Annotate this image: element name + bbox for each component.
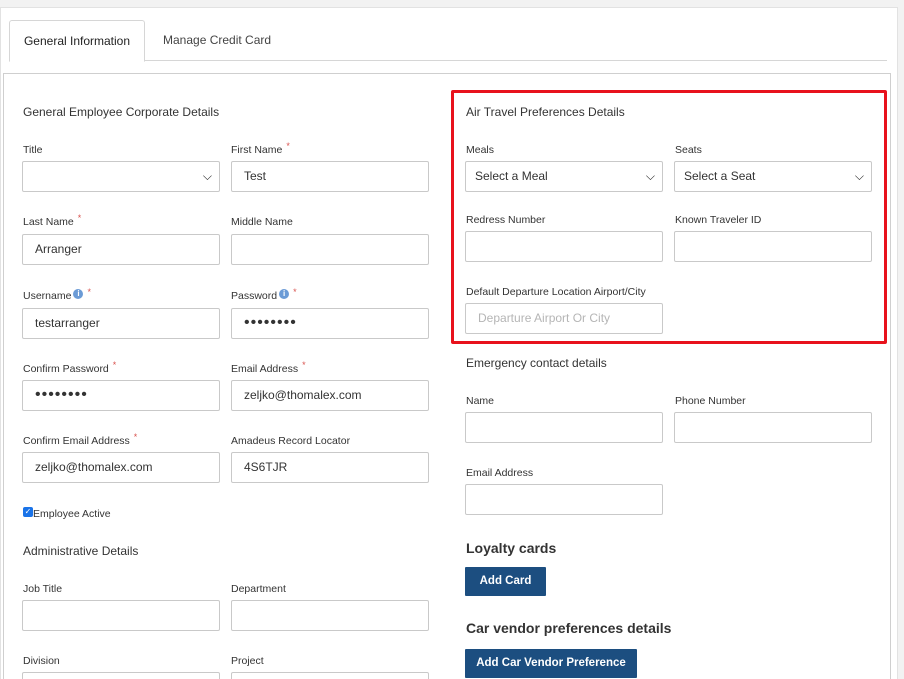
password-label: Password i * <box>231 287 297 302</box>
section-title-car-vendor: Car vendor preferences details <box>466 620 672 636</box>
departure-label: Default Departure Location Airport/City <box>466 286 646 298</box>
seats-select[interactable]: Select a Seat ⌵ <box>674 161 872 192</box>
section-title-corporate: General Employee Corporate Details <box>23 105 220 119</box>
emergency-name-label: Name <box>466 395 495 407</box>
confirm-email-field[interactable]: zeljko@thomalex.com <box>22 452 220 483</box>
section-title-loyalty: Loyalty cards <box>466 540 557 556</box>
emergency-email-label: Email Address <box>466 467 534 479</box>
add-card-button[interactable]: Add Card <box>465 567 546 596</box>
middle-name-label: Middle Name <box>231 216 293 228</box>
departure-placeholder: Departure Airport Or City <box>478 311 611 325</box>
first-name-field[interactable]: Test <box>231 161 429 192</box>
meals-select[interactable]: Select a Meal ⌵ <box>465 161 663 192</box>
email-field[interactable]: zeljko@thomalex.com <box>231 380 429 411</box>
department-label: Department <box>231 583 286 595</box>
seats-label: Seats <box>675 144 702 156</box>
emergency-phone-label: Phone Number <box>675 395 746 407</box>
employee-active-checkbox[interactable]: ✓ <box>23 507 33 517</box>
username-label: Username i * <box>23 287 91 302</box>
tab-bar: General Information Manage Credit Card <box>9 20 887 62</box>
emergency-email-field[interactable] <box>465 484 663 515</box>
job-title-field[interactable] <box>22 600 220 631</box>
employee-active-label: Employee Active <box>33 508 111 520</box>
departure-field[interactable]: Departure Airport Or City <box>465 303 663 334</box>
info-icon[interactable]: i <box>73 289 84 299</box>
meals-value: Select a Meal <box>475 169 548 183</box>
redress-field[interactable] <box>465 231 663 262</box>
section-title-air-travel: Air Travel Preferences Details <box>466 105 625 119</box>
redress-label: Redress Number <box>466 214 546 226</box>
project-field[interactable] <box>231 672 429 679</box>
middle-name-field[interactable] <box>231 234 429 265</box>
emergency-phone-field[interactable] <box>674 412 872 443</box>
section-title-emergency: Emergency contact details <box>466 356 607 370</box>
division-field[interactable] <box>22 672 220 679</box>
department-field[interactable] <box>231 600 429 631</box>
known-traveler-label: Known Traveler ID <box>675 214 762 226</box>
confirm-password-field[interactable]: •••••••• <box>22 380 220 411</box>
add-car-vendor-button[interactable]: Add Car Vendor Preference <box>465 649 637 678</box>
project-label: Project <box>231 655 264 667</box>
email-label: Email Address * <box>231 360 306 375</box>
known-traveler-field[interactable] <box>674 231 872 262</box>
section-title-administrative: Administrative Details <box>23 544 139 558</box>
meals-label: Meals <box>466 144 495 156</box>
tab-general-information[interactable]: General Information <box>9 20 145 62</box>
checkmark-icon: ✓ <box>24 507 32 516</box>
amadeus-label: Amadeus Record Locator <box>231 435 351 447</box>
first-name-label: First Name * <box>231 141 290 156</box>
amadeus-field[interactable]: 4S6TJR <box>231 452 429 483</box>
job-title-label: Job Title <box>23 583 63 595</box>
chevron-down-icon: ⌵ <box>645 169 655 183</box>
chevron-down-icon: ⌵ <box>854 169 864 183</box>
seats-value: Select a Seat <box>684 169 756 183</box>
title-label: Title <box>23 144 43 156</box>
confirm-email-label: Confirm Email Address * <box>23 432 138 447</box>
division-label: Division <box>23 655 60 667</box>
confirm-password-label: Confirm Password * <box>23 360 117 375</box>
title-select[interactable]: ⌵ <box>22 161 220 192</box>
info-icon[interactable]: i <box>279 289 290 299</box>
last-name-field[interactable]: Arranger <box>22 234 220 265</box>
password-field[interactable]: •••••••• <box>231 308 429 339</box>
chevron-down-icon: ⌵ <box>202 169 212 183</box>
emergency-name-field[interactable] <box>465 412 663 443</box>
last-name-label: Last Name * <box>23 213 82 228</box>
username-field[interactable]: testarranger <box>22 308 220 339</box>
tab-manage-credit-card[interactable]: Manage Credit Card <box>146 20 288 61</box>
